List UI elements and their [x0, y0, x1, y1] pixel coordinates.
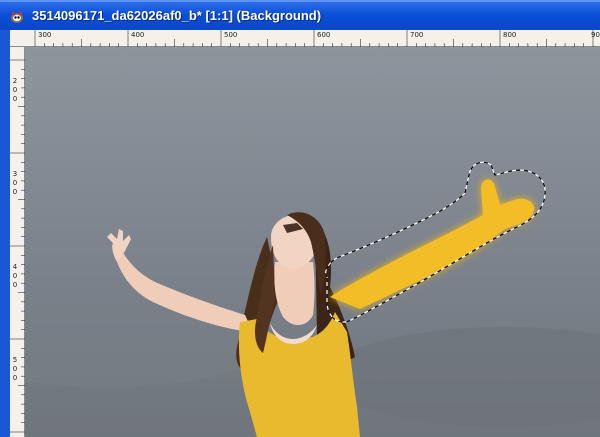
window-title: 3514096171_da62026af0_b* [1:1] (Backgrou… [32, 8, 322, 23]
photo-artwork [25, 47, 600, 437]
vertical-ruler[interactable]: 200 300 400 500 [10, 47, 25, 437]
ruler-label: 400 [12, 263, 18, 289]
ruler-label: 800 [503, 31, 517, 39]
title-bar[interactable]: 3514096171_da62026af0_b* [1:1] (Backgrou… [0, 0, 600, 30]
horizontal-ruler[interactable]: 300 400 500 600 700 800 900 [10, 30, 600, 47]
ruler-label: 500 [224, 31, 238, 39]
ruler-label: 200 [12, 77, 18, 103]
gimp-app-icon[interactable] [9, 8, 25, 24]
ruler-label: 600 [317, 31, 331, 39]
ruler-label: 700 [410, 31, 424, 39]
window-frame-left [0, 30, 10, 437]
ruler-label: 500 [12, 356, 18, 382]
ruler-label: 900 [591, 31, 600, 39]
image-window: 3514096171_da62026af0_b* [1:1] (Backgrou… [0, 0, 600, 437]
image-canvas[interactable] [25, 47, 600, 437]
ruler-label: 400 [131, 31, 145, 39]
ruler-label: 300 [38, 31, 52, 39]
ruler-label: 300 [12, 170, 18, 196]
